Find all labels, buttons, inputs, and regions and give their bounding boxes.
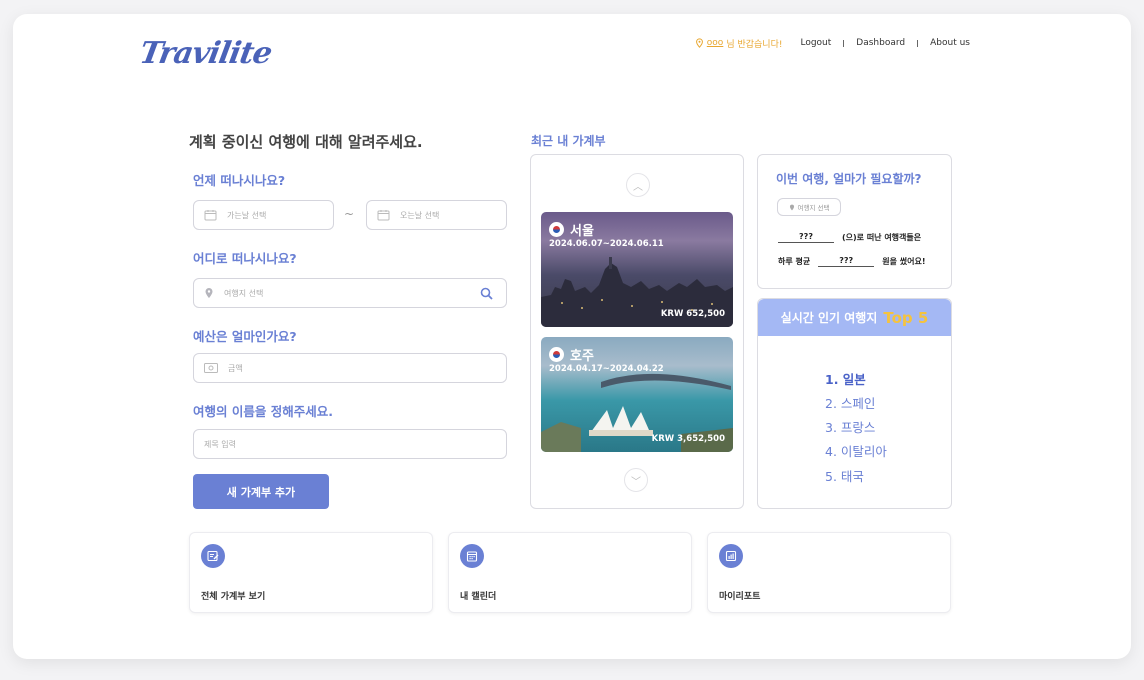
nav-logout[interactable]: Logout (800, 38, 831, 48)
top5-item[interactable]: 5. 태국 (825, 466, 864, 485)
destination-select-text: 여행지 선택 (797, 204, 830, 212)
nav-about[interactable]: About us (930, 38, 970, 48)
money-icon (204, 363, 218, 373)
trip-price: KRW 3,652,500 (651, 434, 725, 444)
shortcut-calendar[interactable]: 내 캘린더 (448, 532, 692, 613)
scroll-down-button[interactable]: ﹀ (624, 468, 648, 492)
trip-city: 서울 (570, 224, 594, 239)
nav-dashboard[interactable]: Dashboard (856, 38, 905, 48)
scroll-up-button[interactable]: ︿ (626, 173, 650, 197)
edit-note-icon (201, 544, 225, 568)
korea-flag-icon (549, 347, 564, 362)
destination-field[interactable]: 여행지 선택 (193, 278, 507, 308)
top5-item[interactable]: 4. 이탈리아 (825, 441, 887, 460)
chevron-up-icon: ︿ (633, 181, 643, 193)
estimate-line-2-prefix: 하루 평균 (778, 257, 811, 266)
where-label: 어디로 떠나시나요? (193, 251, 297, 266)
top5-title: 실시간 인기 여행지 (780, 311, 878, 325)
trip-name: 서울 (549, 220, 594, 239)
greeting: ooo 님 반갑습니다! (695, 37, 783, 50)
form-title: 계획 중이신 여행에 대해 알려주세요. (189, 133, 423, 151)
recent-title: 최근 내 가계부 (531, 134, 606, 148)
estimate-blank-amount: ??? (818, 256, 875, 267)
top5-item[interactable]: 2. 스페인 (825, 393, 875, 412)
trip-card-australia[interactable]: 호주 2024.04.17~2024.04.22 KRW 3,652,500 (541, 337, 733, 452)
shortcut-label: 내 캘린더 (460, 592, 497, 602)
estimate-line-2: 하루 평균 ??? 원을 썼어요! (778, 256, 925, 267)
top5-item[interactable]: 1. 일본 (825, 369, 866, 388)
estimate-line-1-text: (으)로 떠난 여행객들은 (842, 233, 922, 242)
trip-city: 호주 (570, 349, 594, 364)
trip-name-placeholder: 제목 입력 (204, 439, 236, 449)
when-label: 언제 떠나시나요? (193, 173, 286, 188)
shortcut-label: 전체 가계부 보기 (201, 592, 266, 602)
trip-name-field[interactable]: 제목 입력 (193, 429, 507, 459)
end-date-field[interactable]: 오는날 선택 (366, 200, 507, 230)
logo[interactable]: Travilite (137, 36, 274, 71)
top5-header: 실시간 인기 여행지 Top 5 (758, 299, 951, 336)
destination-placeholder: 여행지 선택 (224, 288, 264, 298)
calendar-icon (377, 209, 390, 221)
trip-price: KRW 652,500 (660, 309, 725, 319)
calendar-icon (460, 544, 484, 568)
budget-placeholder: 금액 (228, 363, 243, 373)
top-nav: ooo 님 반갑습니다! Logout Dashboard About us (695, 37, 970, 50)
trip-name: 호주 (549, 345, 594, 364)
add-budget-button[interactable]: 새 가계부 추가 (193, 474, 329, 509)
greeting-text: 님 반갑습니다! (726, 39, 783, 50)
start-date-placeholder: 가는날 선택 (227, 210, 267, 220)
nav-divider (917, 39, 919, 47)
chevron-down-icon: ﹀ (631, 476, 641, 488)
destination-select[interactable]: 여행지 선택 (777, 198, 841, 216)
end-date-placeholder: 오는날 선택 (400, 210, 440, 220)
location-pin-icon (789, 204, 794, 210)
estimate-blank-destination: ??? (778, 232, 834, 243)
nav-divider (843, 39, 845, 47)
top5-title-highlight: Top 5 (883, 308, 929, 327)
recent-panel (530, 154, 744, 509)
budget-field[interactable]: 금액 (193, 353, 507, 383)
korea-flag-icon (549, 222, 564, 237)
top5-item[interactable]: 3. 프랑스 (825, 417, 875, 436)
shortcut-label: 마이리포트 (719, 592, 761, 602)
search-icon[interactable] (480, 287, 493, 300)
trip-dates: 2024.06.07~2024.06.11 (549, 239, 664, 249)
shortcut-report[interactable]: 마이리포트 (707, 532, 951, 613)
shortcut-all-budgets[interactable]: 전체 가계부 보기 (189, 532, 433, 613)
location-pin-icon (204, 287, 214, 299)
report-icon (719, 544, 743, 568)
budget-estimate-title: 이번 여행, 얼마가 필요할까? (776, 172, 922, 186)
name-label: 여행의 이름을 정해주세요. (193, 404, 333, 419)
trip-card-seoul[interactable]: 서울 2024.06.07~2024.06.11 KRW 652,500 (541, 212, 733, 327)
date-range-separator: ~ (344, 207, 355, 221)
estimate-line-1: ??? (으)로 떠난 여행객들은 (778, 232, 921, 243)
start-date-field[interactable]: 가는날 선택 (193, 200, 334, 230)
estimate-line-2-suffix: 원을 썼어요! (882, 257, 926, 266)
trip-dates: 2024.04.17~2024.04.22 (549, 364, 664, 374)
location-pin-icon (695, 38, 703, 48)
greeting-user[interactable]: ooo (707, 38, 724, 48)
budget-label: 예산은 얼마인가요? (193, 329, 297, 344)
calendar-icon (204, 209, 217, 221)
